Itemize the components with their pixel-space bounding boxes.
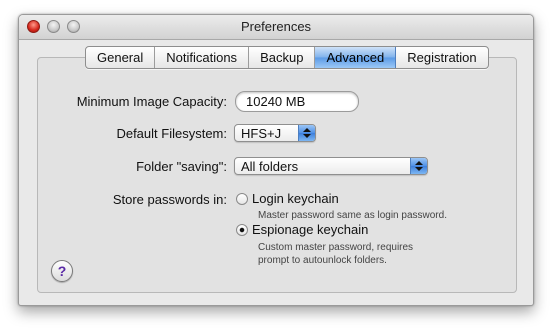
tab-advanced[interactable]: Advanced	[315, 47, 397, 68]
tab-notifications[interactable]: Notifications	[155, 47, 250, 68]
espionage-keychain-note-1: Custom master password, requires	[258, 242, 414, 253]
tab-bar: General Notifications Backup Advanced Re…	[85, 46, 489, 69]
filesystem-value: HFS+J	[241, 126, 282, 141]
tab-backup[interactable]: Backup	[249, 47, 316, 68]
min-capacity-input[interactable]: 10240 MB	[235, 91, 359, 112]
folder-saving-label: Folder "saving":	[136, 159, 227, 174]
espionage-keychain-note-2: prompt to autounlock folders.	[258, 255, 387, 266]
login-keychain-note: Master password same as login password.	[258, 210, 447, 221]
radio-icon[interactable]	[236, 193, 248, 205]
folder-saving-value: All folders	[241, 159, 299, 174]
stepper-icon	[410, 158, 427, 174]
filesystem-label: Default Filesystem:	[116, 126, 227, 141]
store-passwords-label: Store passwords in:	[112, 192, 227, 207]
window-title: Preferences	[240, 19, 312, 34]
stepper-icon	[298, 125, 315, 141]
filesystem-popup[interactable]: HFS+J	[234, 124, 316, 142]
title-bar: Preferences	[19, 15, 533, 40]
espionage-keychain-label[interactable]: Espionage keychain	[252, 222, 368, 237]
radio-icon[interactable]	[236, 224, 248, 236]
help-icon[interactable]: ?	[51, 260, 73, 282]
min-capacity-label: Minimum Image Capacity:	[76, 94, 227, 109]
tab-general[interactable]: General	[86, 47, 156, 68]
folder-saving-popup[interactable]: All folders	[234, 157, 428, 175]
tab-registration[interactable]: Registration	[396, 47, 487, 68]
login-keychain-label[interactable]: Login keychain	[252, 191, 339, 206]
preferences-window: Preferences General Notifications Backup…	[18, 14, 534, 306]
